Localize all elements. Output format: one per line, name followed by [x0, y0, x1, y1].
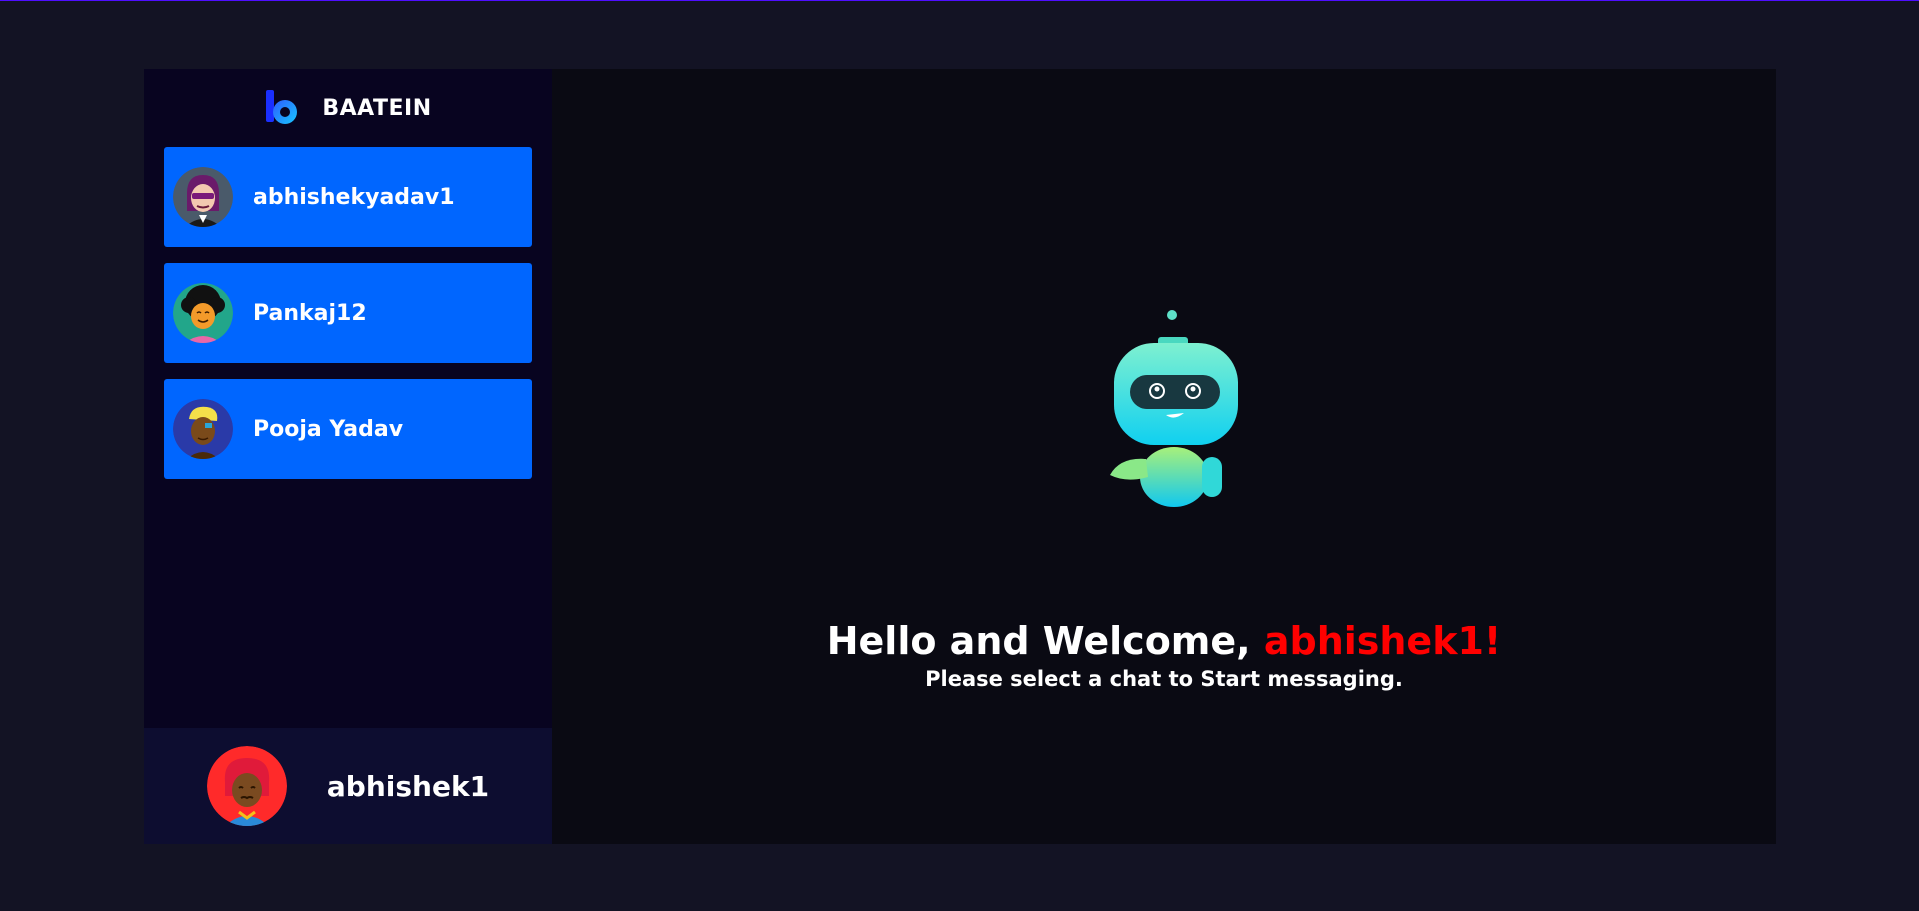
current-user-name: abhishek1 — [326, 769, 490, 803]
brand-header: BAATEIN — [144, 69, 552, 147]
baatein-logo-icon — [266, 90, 298, 124]
robot-icon — [1110, 310, 1238, 507]
chat-app: BAATEIN abhishekyadav1 Pankaj12 Pooja Ya… — [144, 69, 1776, 844]
contact-item[interactable]: Pankaj12 — [164, 263, 532, 363]
welcome-username: abhishek1! — [1263, 619, 1502, 663]
avatar-blonde-hair-icon — [173, 399, 233, 459]
brand-name: BAATEIN — [322, 95, 432, 121]
greeting-text: Hello and Welcome, — [826, 619, 1264, 663]
contact-name: Pankaj12 — [253, 300, 367, 326]
avatar-curly-hair-icon — [173, 283, 233, 343]
contacts-sidebar: BAATEIN abhishekyadav1 Pankaj12 Pooja Ya… — [144, 69, 552, 844]
contact-name: abhishekyadav1 — [253, 184, 455, 210]
welcome-message: Hello and Welcome, abhishek1! Please sel… — [552, 619, 1776, 691]
welcome-subtitle: Please select a chat to Start messaging. — [925, 667, 1403, 691]
welcome-heading: Hello and Welcome, abhishek1! — [552, 619, 1776, 663]
contact-item[interactable]: abhishekyadav1 — [164, 147, 532, 247]
avatar-red-hair-icon — [206, 746, 287, 826]
contact-name: Pooja Yadav — [253, 416, 404, 442]
contact-list: abhishekyadav1 Pankaj12 Pooja Yadav — [144, 147, 552, 479]
welcome-panel: Hello and Welcome, abhishek1! Please sel… — [552, 69, 1776, 844]
contact-item[interactable]: Pooja Yadav — [164, 379, 532, 479]
avatar-purple-hair-sunglasses-icon — [173, 167, 233, 227]
current-user-panel: abhishek1 — [144, 728, 552, 844]
